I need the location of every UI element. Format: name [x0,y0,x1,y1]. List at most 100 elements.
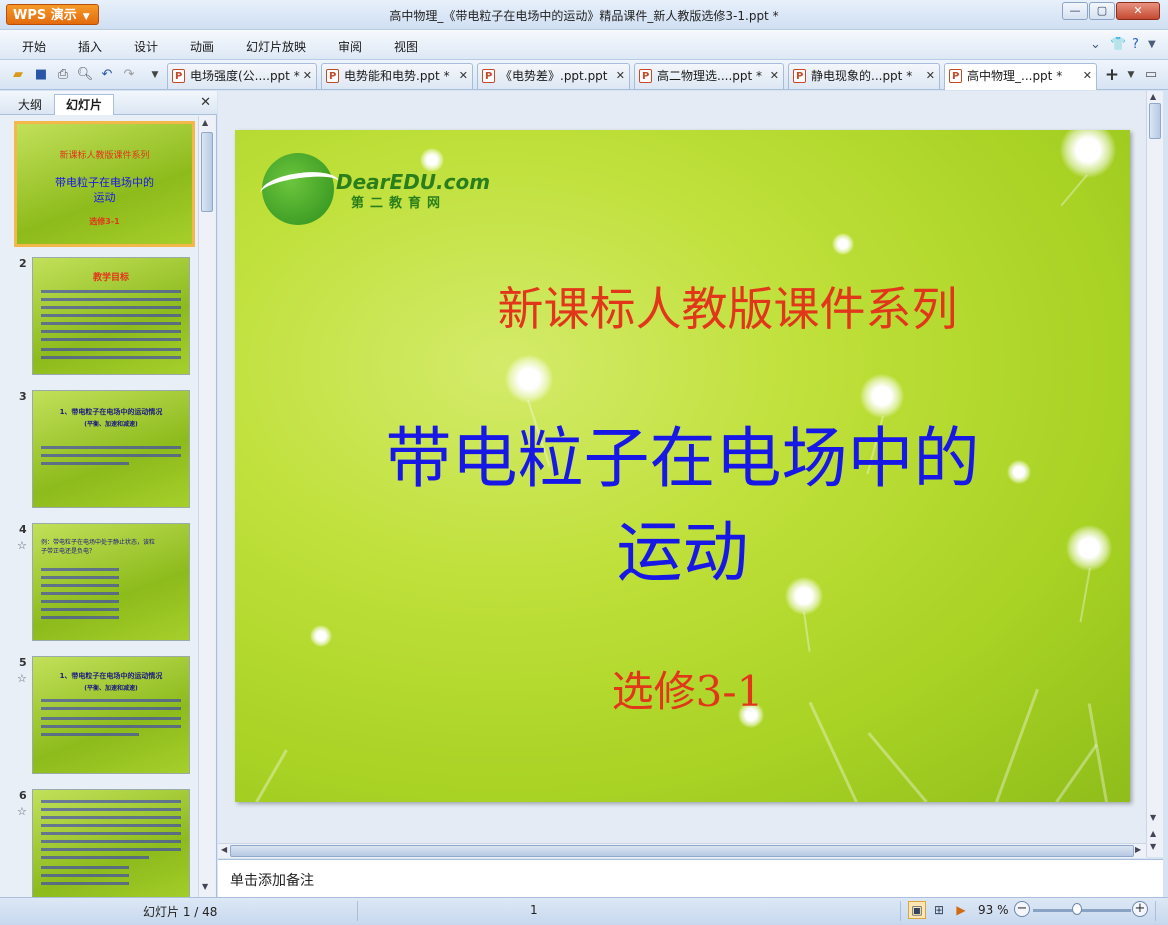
scroll-right-icon[interactable]: ▶ [1135,845,1141,854]
menu-insert[interactable]: 插入 [78,38,102,55]
divider [900,901,901,921]
tab-outline[interactable]: 大纲 [8,94,52,115]
doc-tab-3[interactable]: 《电势差》.ppt.ppt ✕ [477,63,630,89]
scroll-thumb[interactable] [230,845,1134,857]
quick-access-dropdown-icon[interactable]: ▼ [146,66,164,84]
doc-tab-label: 高二物理选....ppt * [657,69,763,83]
text-placeholder [41,699,181,702]
slides-panel: 大纲 幻灯片 ✕ 1 新课标人教版课件系列 带电粒子在电场中的 运动 选修3-1… [0,91,217,897]
slide-thumbnail-1[interactable]: 新课标人教版课件系列 带电粒子在电场中的 运动 选修3-1 [14,121,195,247]
menu-view[interactable]: 视图 [394,38,418,55]
doc-tab-label: 电势能和电势.ppt * [344,69,450,83]
grass-blade [1055,743,1098,802]
scroll-up-icon[interactable]: ▲ [202,118,208,127]
text-placeholder [41,348,181,351]
next-slide-icon[interactable]: ▼ [1150,842,1156,851]
editor-vertical-scrollbar[interactable]: ▲ ▼ ▲ ▼ [1146,91,1163,857]
slide-subtitle[interactable]: 选修3-1 [235,658,1130,719]
thumb-number: 6 [19,789,27,802]
zoom-level: 93 % [978,903,1009,917]
close-window-button[interactable]: ✕ [1116,2,1160,20]
light-orb [832,233,854,255]
notes-pane[interactable]: 单击添加备注 [218,859,1163,897]
slide-thumbnail-2[interactable]: 教学目标 [32,257,190,375]
menu-animation[interactable]: 动画 [190,38,214,55]
doc-tab-4[interactable]: 高二物理选....ppt * ✕ [634,63,784,89]
doc-tab-5[interactable]: 静电现象的...ppt * ✕ [788,63,940,89]
text-placeholder [41,584,119,587]
print-preview-icon[interactable]: 🔍︎ [76,66,94,84]
thumb-text: 1、带电粒子在电场中的运动情况 [59,672,163,680]
text-placeholder [41,733,139,736]
close-tab-icon[interactable]: ✕ [770,64,779,88]
tab-menu-icon[interactable]: ▭ [1142,66,1160,84]
minimize-button[interactable]: — [1062,2,1088,20]
notes-placeholder: 单击添加备注 [230,873,314,889]
text-placeholder [41,800,181,803]
scroll-up-icon[interactable]: ▲ [1150,92,1156,101]
panel-scrollbar[interactable]: ▲ ▼ [198,116,215,897]
skin-icon[interactable]: 👕 [1110,37,1126,52]
close-tab-icon[interactable]: ✕ [1083,64,1092,88]
slide-series-title[interactable]: 新课标人教版课件系列 [235,273,1130,339]
slide-thumbnail-3[interactable]: 1、带电粒子在电场中的运动情况 (平衡、加速和减速) [32,390,190,508]
text-placeholder [41,856,149,859]
tab-slides[interactable]: 幻灯片 [54,94,114,115]
doc-tab-2[interactable]: 电势能和电势.ppt * ✕ [321,63,473,89]
menu-review[interactable]: 审阅 [338,38,362,55]
zoom-in-button[interactable]: + [1132,901,1148,917]
maximize-button[interactable]: ▢ [1089,2,1115,20]
doc-tab-1[interactable]: 电场强度(公....ppt *✕ [167,63,317,89]
editor-horizontal-scrollbar[interactable]: ◀ ▶ [218,843,1146,858]
close-tab-icon[interactable]: ✕ [303,64,312,88]
close-panel-icon[interactable]: ✕ [200,95,211,110]
scroll-down-icon[interactable]: ▼ [1150,813,1156,822]
print-icon[interactable]: ⎙ [54,66,72,84]
new-tab-icon[interactable]: + [1103,66,1121,84]
slide-thumbnail-5[interactable]: 1、带电粒子在电场中的运动情况 (平衡、加速和减速) [32,656,190,774]
slide-main-title[interactable]: 带电粒子在电场中的 运动 [235,412,1130,600]
redo-icon[interactable]: ↷ [120,66,138,84]
open-icon[interactable]: ▰ [9,66,27,84]
zoom-out-button[interactable]: − [1014,901,1030,917]
previous-slide-icon[interactable]: ▲ [1150,829,1156,838]
divider [1155,901,1156,921]
slide-thumbnail-6[interactable] [32,789,190,897]
zoom-slider-track[interactable] [1033,909,1131,912]
menu-home[interactable]: 开始 [22,38,46,55]
scroll-down-icon[interactable]: ▼ [202,882,208,891]
slideshow-view-icon[interactable]: ▶ [952,901,970,919]
scroll-thumb[interactable] [201,132,213,212]
close-tab-icon[interactable]: ✕ [459,64,468,88]
help-dropdown-icon[interactable]: ▼ [1148,39,1156,50]
text-placeholder [41,290,181,293]
scroll-thumb[interactable] [1149,103,1161,139]
slide-sorter-view-icon[interactable]: ⊞ [930,901,948,919]
toolbar: ▰ ■ ⎙ 🔍︎ ↶ ↷ ▼ 电场强度(公....ppt *✕ 电势能和电势.p… [0,60,1168,90]
menu-slideshow[interactable]: 幻灯片放映 [246,38,306,55]
scroll-left-icon[interactable]: ◀ [221,845,227,854]
close-tab-icon[interactable]: ✕ [926,64,935,88]
slide-main-title-line2: 运动 [616,514,749,591]
collapse-ribbon-icon[interactable]: ⌄ [1090,37,1101,52]
slide-counter: 幻灯片 1 / 48 [143,905,218,919]
undo-icon[interactable]: ↶ [98,66,116,84]
menu-design[interactable]: 设计 [134,38,158,55]
save-icon[interactable]: ■ [32,66,50,84]
doc-tab-6-active[interactable]: 高中物理_...ppt * ✕ [944,63,1097,90]
thumb-number: 5 [19,656,27,669]
text-placeholder [41,717,181,720]
ppt-file-icon [326,65,339,89]
thumb-text: 选修3-1 [89,217,120,226]
normal-view-icon[interactable]: ▣ [908,901,926,919]
dandelion-stem [1060,174,1088,207]
zoom-slider-handle[interactable] [1072,903,1082,915]
ppt-file-icon [639,65,652,89]
slide-canvas[interactable]: DearEDU.com 第二教育网 新课标人教版课件系列 带电粒子在电场中的 运… [235,130,1130,802]
slide-thumbnail-4[interactable]: 例：带电粒子在电场中处于静止状态，该粒子带正电还是负电？ [32,523,190,641]
close-tab-icon[interactable]: ✕ [616,64,625,88]
panel-tabs: 大纲 幻灯片 ✕ [0,91,217,115]
thumb-text: 运动 [93,191,116,204]
help-icon[interactable]: ? [1132,37,1139,52]
tab-list-dropdown-icon[interactable]: ▼ [1122,66,1140,84]
